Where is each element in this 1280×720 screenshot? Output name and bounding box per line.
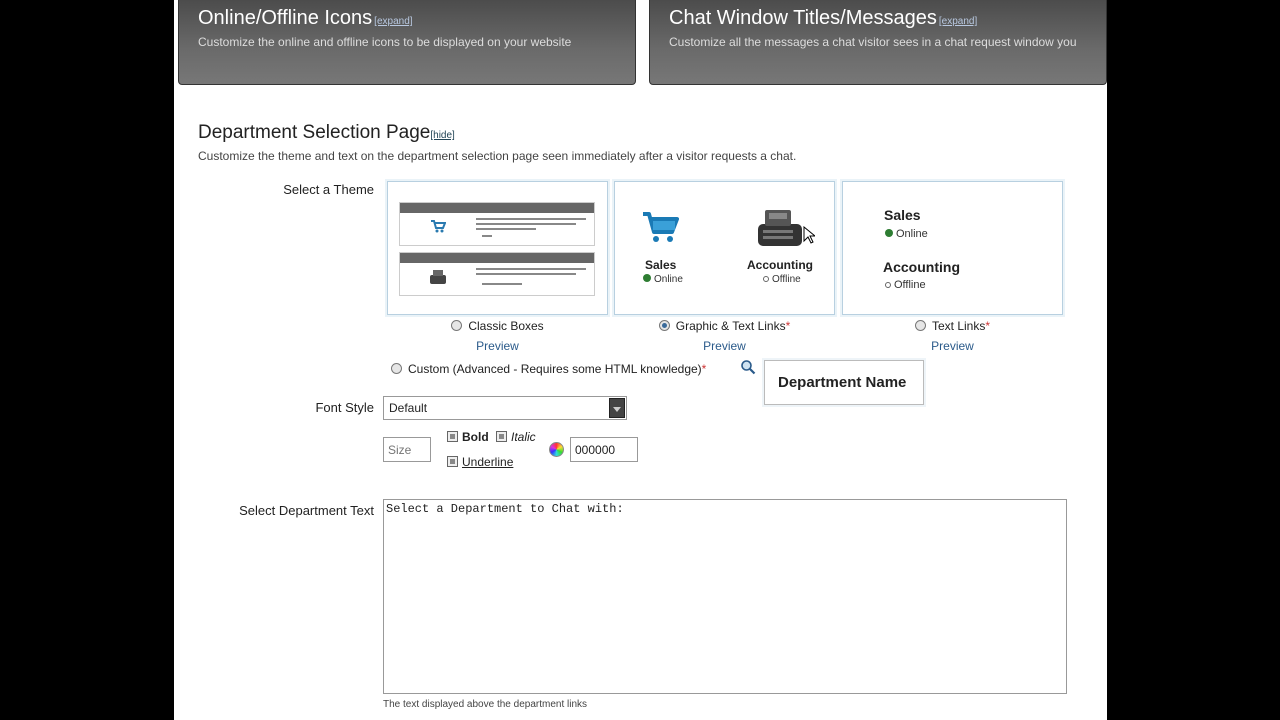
accounting-status-text: Offline [894, 279, 926, 291]
department-text-area[interactable]: Select a Department to Chat with: [383, 499, 1067, 694]
text-links-label: Text Links [931, 319, 986, 333]
theme-option-text-links: Text Links* Preview [842, 319, 1063, 353]
department-text-hint: The text displayed above the department … [383, 699, 588, 710]
accounting-name: Accounting [883, 259, 960, 275]
section-description: Customize the theme and text on the depa… [198, 149, 797, 163]
underline-checkbox-box[interactable] [447, 456, 458, 467]
panel-title: Online/Offline Icons [expand] [198, 7, 413, 30]
bold-checkbox[interactable]: Bold [447, 430, 489, 444]
custom-radio[interactable] [391, 363, 402, 374]
panel-title-text: Online/Offline Icons [198, 7, 373, 29]
underline-label: Underline [462, 455, 514, 469]
font-color-input[interactable]: 000000 [570, 437, 638, 462]
select-dept-text-label: Select Department Text [239, 503, 374, 518]
graphic-text-radio[interactable] [658, 320, 670, 331]
custom-label: Custom (Advanced - Requires some HTML kn… [408, 362, 702, 376]
accounting-status: Offline [885, 279, 926, 291]
online-offline-icons-panel[interactable]: Online/Offline Icons [expand] Customize t… [178, 0, 636, 85]
graphic-text-preview-link[interactable]: Preview [614, 339, 835, 353]
theme-graphic-text-thumbnail[interactable]: Sales Online Accounting Offline [614, 181, 835, 315]
offline-dot-icon [763, 276, 769, 282]
cash-register-icon [758, 210, 802, 246]
required-mark: * [985, 319, 991, 333]
underline-checkbox[interactable]: Underline [447, 455, 513, 469]
online-dot-icon [885, 229, 893, 237]
theme-option-classic-boxes: Classic Boxes Preview [387, 319, 608, 353]
italic-checkbox[interactable]: Italic [496, 430, 536, 444]
offline-dot-icon [885, 282, 891, 288]
font-style-select[interactable]: Default [383, 396, 627, 420]
theme-text-links-thumbnail[interactable]: Sales Online Accounting Offline [842, 181, 1063, 315]
theme-option-custom: Custom (Advanced - Requires some HTML kn… [391, 362, 706, 376]
mouse-cursor-icon [803, 226, 815, 244]
text-links-radio[interactable] [914, 320, 926, 331]
bold-checkbox-box[interactable] [447, 431, 458, 442]
sales-status: Online [643, 274, 683, 285]
font-style-value: Default [389, 401, 428, 415]
dropdown-arrow-icon[interactable] [609, 398, 625, 418]
mini-box-accounting [399, 252, 595, 296]
text-links-preview-link[interactable]: Preview [842, 339, 1063, 353]
shopping-cart-icon [643, 212, 679, 242]
panel-description: Customize all the messages a chat visito… [669, 35, 1077, 49]
section-title: Department Selection Page[hide] [198, 122, 455, 144]
settings-page: Online/Offline Icons [expand] Customize t… [174, 0, 1107, 720]
sales-name: Sales [645, 258, 677, 272]
sales-name: Sales [884, 207, 921, 223]
theme-option-graphic-text: Graphic & Text Links* Preview [614, 319, 835, 353]
expand-link[interactable]: [expand] [374, 16, 412, 27]
accounting-status-text: Offline [772, 274, 801, 285]
sales-status: Online [885, 228, 928, 240]
panel-title: Chat Window Titles/Messages [expand] [669, 7, 977, 30]
classic-boxes-preview-link[interactable]: Preview [387, 339, 608, 353]
classic-boxes-label: Classic Boxes [468, 319, 544, 333]
magnifier-icon[interactable] [740, 359, 756, 375]
accounting-name: Accounting [747, 258, 813, 272]
cart-icon [431, 220, 446, 233]
chat-window-titles-panel[interactable]: Chat Window Titles/Messages [expand] Cust… [649, 0, 1107, 85]
panel-title-text: Chat Window Titles/Messages [669, 7, 937, 29]
section-title-text: Department Selection Page [198, 122, 431, 143]
required-mark: * [701, 362, 707, 376]
mini-box-sales [399, 202, 595, 246]
color-wheel-icon[interactable] [549, 442, 564, 457]
expand-link[interactable]: [expand] [939, 16, 977, 27]
font-size-input[interactable] [383, 437, 431, 462]
panel-description: Customize the online and offline icons t… [198, 35, 572, 49]
select-theme-label: Select a Theme [283, 182, 374, 197]
accounting-status: Offline [763, 274, 801, 285]
italic-checkbox-box[interactable] [496, 431, 507, 442]
bold-label: Bold [462, 430, 489, 444]
classic-boxes-radio[interactable] [451, 320, 463, 331]
department-name-preview: Department Name [764, 360, 924, 405]
online-dot-icon [643, 274, 651, 282]
sales-status-text: Online [654, 274, 683, 285]
sales-status-text: Online [896, 228, 928, 240]
italic-label: Italic [511, 430, 536, 444]
required-mark: * [785, 319, 791, 333]
theme-classic-boxes-thumbnail[interactable] [387, 181, 608, 315]
font-style-label: Font Style [315, 400, 374, 415]
graphic-text-label: Graphic & Text Links [675, 319, 786, 333]
hide-link[interactable]: [hide] [430, 130, 454, 141]
register-icon [430, 270, 446, 284]
